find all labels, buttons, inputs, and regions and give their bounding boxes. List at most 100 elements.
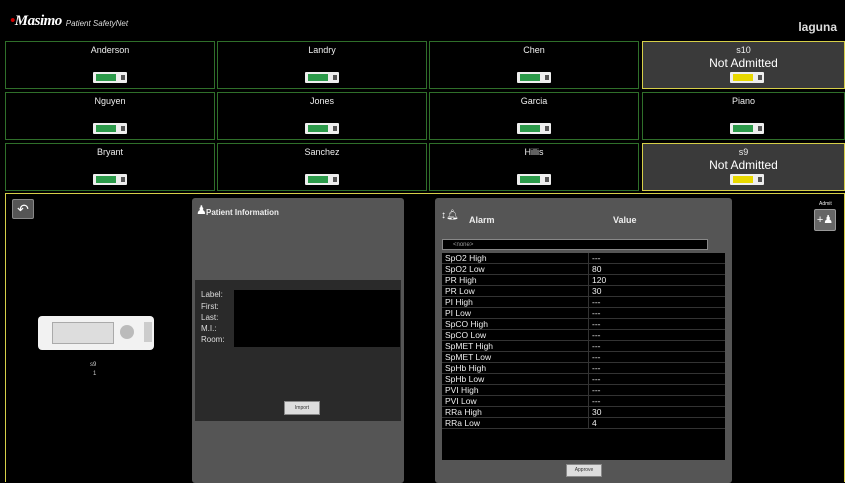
patient-tile-not-admitted[interactable]: s10 Not Admitted [642, 41, 845, 89]
field-label: Room: [201, 335, 225, 344]
chevron-down-icon [707, 239, 718, 250]
patient-name: Anderson [90, 45, 130, 55]
alarm-row[interactable]: SpHb High --- [442, 363, 725, 374]
detail-panel: ↶ s9 1 ♟ Patient Information Label: Firs… [5, 193, 845, 483]
alarm-row[interactable]: SpCO High --- [442, 319, 725, 330]
device-icon [730, 174, 764, 185]
field-label: M.I.: [201, 324, 217, 333]
app-subtitle: Patient SafetyNet [65, 19, 129, 28]
device-icon [305, 72, 339, 83]
alarm-name: RRa High [445, 407, 482, 417]
field-label: Last: [201, 313, 219, 322]
alarm-row[interactable]: RRa Low 4 [442, 418, 725, 429]
alarm-name: SpMET Low [445, 352, 492, 362]
device-icon [93, 72, 127, 83]
alarm-table: SpO2 High --- SpO2 Low 80 PR High 120 PR Lo… [442, 253, 725, 460]
patient-tile[interactable]: Landry [217, 41, 427, 89]
patient-tile-not-admitted[interactable]: s9 Not Admitted [642, 143, 845, 191]
alarm-header: Alarm [469, 215, 495, 225]
alarm-name: SpHb Low [445, 374, 485, 384]
patient-status: Not Admitted [709, 158, 778, 172]
alarm-name: PVI High [445, 385, 479, 395]
room-field[interactable] [234, 335, 400, 347]
patient-tile[interactable]: Nguyen [5, 92, 215, 140]
alarm-name: SpCO High [445, 319, 488, 329]
alarm-row[interactable]: PVI Low --- [442, 396, 725, 407]
field-label: First: [201, 302, 219, 311]
select-value: <none> [453, 242, 474, 248]
device-label: s9 [90, 362, 97, 368]
alarm-row[interactable]: SpHb Low --- [442, 374, 725, 385]
alarm-row[interactable]: PI High --- [442, 297, 725, 308]
alarm-name: SpHb High [445, 363, 487, 373]
device-sublabel: 1 [93, 371, 97, 377]
patient-tile[interactable]: Hillis [429, 143, 639, 191]
alarm-row[interactable]: PI Low --- [442, 308, 725, 319]
alarm-value: 120 [588, 275, 606, 286]
field-label: Label: [201, 290, 223, 299]
alarm-value: 4 [588, 418, 597, 429]
alarm-row[interactable]: RRa High 30 [442, 407, 725, 418]
import-button[interactable]: Import [284, 401, 320, 415]
alarm-name: RRa Low [445, 418, 480, 428]
device-icon [517, 174, 551, 185]
approve-button[interactable]: Approve [566, 464, 602, 477]
back-button[interactable]: ↶ [12, 199, 34, 219]
alarm-value: --- [588, 253, 601, 264]
patient-tile[interactable]: Chen [429, 41, 639, 89]
admit-person-icon: +♟ [816, 214, 834, 226]
patient-tile[interactable]: Garcia [429, 92, 639, 140]
patient-tile[interactable]: Sanchez [217, 143, 427, 191]
alarm-name: PR Low [445, 286, 475, 296]
patient-info-panel: ♟ Patient Information Label: First: Last… [192, 198, 404, 483]
patient-info-form: Label: First: Last: M.I.: Room: Import [195, 280, 401, 421]
back-arrow-icon: ↶ [17, 201, 29, 217]
patient-name: Garcia [520, 96, 548, 106]
alarm-profile-select[interactable]: <none> [442, 239, 718, 250]
alarm-value: --- [588, 319, 601, 330]
device-icon [517, 72, 551, 83]
patient-name: Piano [731, 96, 756, 106]
alarm-row[interactable]: SpMET Low --- [442, 352, 725, 363]
patient-tile[interactable]: Jones [217, 92, 427, 140]
device-icon [517, 123, 551, 134]
alarm-name: PI High [445, 297, 473, 307]
device-icon [730, 123, 764, 134]
patient-name: s10 [736, 45, 751, 55]
alarm-value: --- [588, 352, 601, 363]
alarm-value: --- [588, 363, 601, 374]
label-field[interactable] [234, 290, 400, 302]
alarm-name: PR High [445, 275, 477, 285]
patient-grid: Anderson Landry Chen s10 Not Admitted Ng… [5, 41, 845, 193]
patient-tile[interactable]: Anderson [5, 41, 215, 89]
alarm-row[interactable]: PVI High --- [442, 385, 725, 396]
alarm-row[interactable]: SpO2 High --- [442, 253, 725, 264]
host-name: laguna [798, 20, 837, 34]
patient-status: Not Admitted [709, 56, 778, 70]
alarm-value: --- [588, 341, 601, 352]
alarm-value: 80 [588, 264, 601, 275]
alarm-value: --- [588, 396, 601, 407]
alarm-name: PI Low [445, 308, 471, 318]
patient-name: Landry [308, 45, 336, 55]
patient-tile[interactable]: Piano [642, 92, 845, 140]
device-icon [93, 174, 127, 185]
alarm-name: PVI Low [445, 396, 477, 406]
device-icon [305, 174, 339, 185]
masimo-logo: •Masimo Patient SafetyNet [10, 13, 128, 30]
alarm-row[interactable]: SpO2 Low 80 [442, 264, 725, 275]
alarm-row[interactable]: PR Low 30 [442, 286, 725, 297]
alarm-row[interactable]: SpMET High --- [442, 341, 725, 352]
top-bar: •Masimo Patient SafetyNet laguna [0, 0, 845, 40]
alarm-row[interactable]: PR High 120 [442, 275, 725, 286]
alarm-value: --- [588, 385, 601, 396]
patient-tile[interactable]: Bryant [5, 143, 215, 191]
admit-button[interactable]: +♟ [814, 209, 836, 231]
value-header: Value [613, 215, 637, 225]
device-icon [730, 72, 764, 83]
device-icon [93, 123, 127, 134]
patient-name: Sanchez [304, 147, 340, 157]
alarm-name: SpO2 High [445, 253, 487, 263]
alarm-row[interactable]: SpCO Low --- [442, 330, 725, 341]
alarm-value: --- [588, 308, 601, 319]
